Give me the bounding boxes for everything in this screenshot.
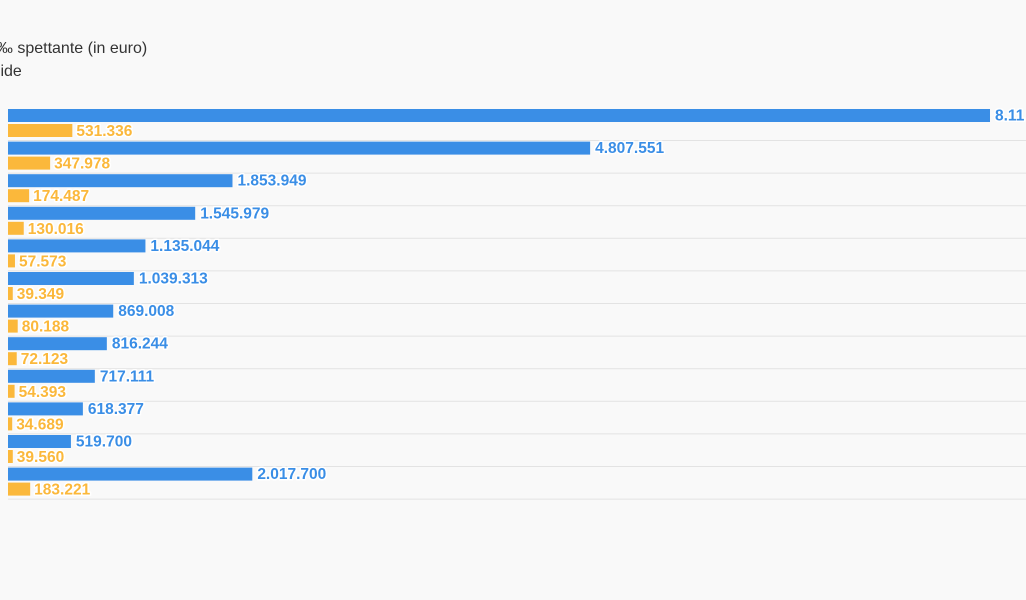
value-label-series-1: 8.11: [995, 108, 1025, 125]
value-label-series-1: 1.039.313: [139, 271, 208, 288]
bar-series-1: [8, 109, 990, 122]
value-label-series-1: 2.017.700: [257, 466, 326, 483]
value-label-series-1: 869.008: [118, 303, 174, 320]
chart-area: 2‰ spettante (in euro) alide 8.11 531.336 4.…: [0, 0, 1026, 600]
bar-series-2: [8, 450, 13, 463]
value-label-series-1: 4.807.551: [595, 140, 664, 157]
value-label-series-2: 347.978: [54, 156, 110, 173]
value-label-series-1: 717.111: [100, 368, 155, 385]
value-label-series-1: 1.545.979: [200, 205, 269, 222]
bar-series-2: [8, 124, 73, 137]
value-label-series-2: 174.487: [33, 188, 89, 205]
bar-series-1: [8, 467, 253, 481]
value-label-series-1: 618.377: [88, 401, 144, 418]
value-label-series-2: 34.689: [16, 416, 64, 433]
bar-series-1: [8, 206, 196, 220]
bar-series-1: [8, 402, 83, 416]
bar-series-2: [8, 156, 51, 170]
value-label-series-2: 72.123: [21, 351, 69, 368]
value-label-series-2: 39.349: [17, 286, 65, 303]
value-label-series-2: 183.221: [34, 482, 90, 499]
bar-series-2: [8, 352, 17, 366]
bar-series-2: [8, 189, 30, 203]
legend-series-2: alide: [0, 63, 22, 80]
bar-series-2: [8, 417, 13, 431]
bar-series-1: [8, 337, 107, 351]
bar-series-2: [8, 254, 15, 268]
value-label-series-1: 1.853.949: [237, 173, 306, 190]
value-label-series-2: 39.560: [17, 449, 64, 466]
bar-series-1: [8, 369, 95, 383]
value-label-series-2: 531.336: [76, 123, 132, 140]
bar-series-2: [8, 221, 24, 235]
value-label-series-2: 130.016: [28, 221, 84, 238]
bar-chart: 2‰ spettante (in euro) alide 8.11 531.336 4.…: [0, 40, 1026, 500]
bar-series-1: [8, 435, 71, 448]
bar-series-1: [8, 141, 591, 155]
bar-series-2: [8, 287, 13, 300]
bar-series-1: [8, 174, 233, 188]
bar-series-1: [8, 239, 146, 253]
bar-series-2: [8, 384, 15, 398]
bar-series-1: [8, 272, 134, 285]
bar-series-2: [8, 482, 31, 496]
legend-series-1: 2‰ spettante (in euro): [0, 40, 147, 57]
bar-series-1: [8, 304, 114, 318]
bar-series-2: [8, 319, 18, 333]
value-label-series-1: 519.700: [76, 434, 132, 451]
value-label-series-2: 80.188: [22, 319, 70, 336]
value-label-series-1: 816.244: [112, 336, 168, 353]
value-label-series-1: 1.135.044: [150, 238, 219, 255]
value-label-series-2: 57.573: [19, 253, 67, 270]
value-label-series-2: 54.393: [19, 384, 67, 401]
